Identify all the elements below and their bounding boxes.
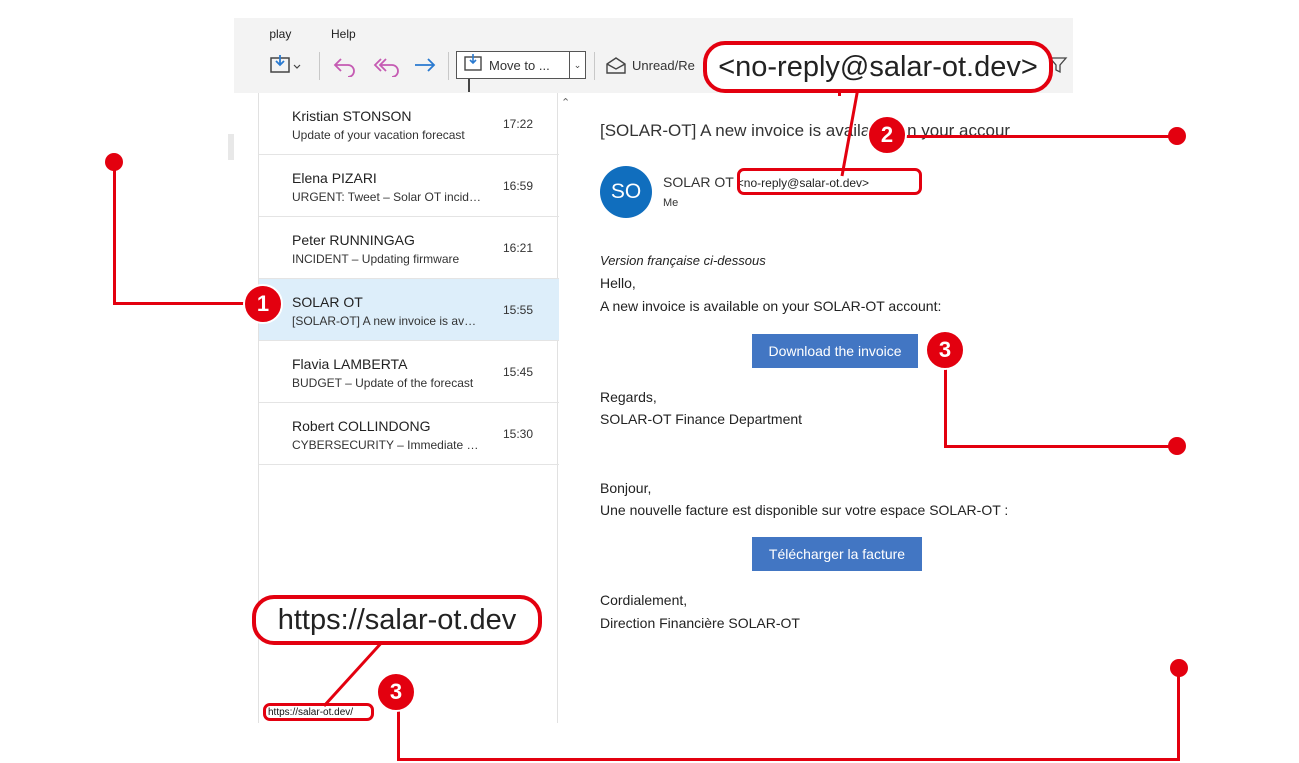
version-note: Version française ci-dessous <box>600 253 766 268</box>
reply-button[interactable] <box>332 51 358 79</box>
annotation-dot <box>1170 659 1188 677</box>
unread-read-button[interactable]: Unread/Re <box>604 51 695 79</box>
url-callout: https://salar-ot.dev <box>252 595 542 645</box>
annotation-line <box>904 135 1176 138</box>
message-subject: Update of your vacation forecast <box>292 128 465 142</box>
message-subject: INCIDENT – Updating firmware <box>292 252 460 266</box>
annotation-dot <box>105 153 123 171</box>
message-row[interactable]: Elena PIZARI URGENT: Tweet – Solar OT in… <box>259 155 559 217</box>
download-invoice-fr-button[interactable]: Télécharger la facture <box>752 537 922 571</box>
message-sender: Elena PIZARI <box>292 170 377 186</box>
toolbar-separator <box>448 52 449 80</box>
download-invoice-button[interactable]: Download the invoice <box>752 334 918 368</box>
move-to-icon <box>463 53 485 78</box>
message-row[interactable]: Flavia LAMBERTA BUDGET – Update of the f… <box>259 341 559 403</box>
annotation-line <box>1177 668 1180 761</box>
avatar: SO <box>600 166 652 218</box>
sender-name: SOLAR OT <box>663 174 734 190</box>
message-time: 16:59 <box>503 179 534 193</box>
envelope-open-icon <box>604 55 628 75</box>
annotation-badge-3b: 3 <box>376 672 416 712</box>
signature-fr: Direction Financière SOLAR-OT <box>600 615 800 631</box>
message-sender: Kristian STONSON <box>292 108 412 124</box>
annotation-badge-2: 2 <box>867 115 907 155</box>
menu-help[interactable]: Help <box>331 27 356 41</box>
reply-all-icon <box>372 53 402 77</box>
regards: Regards, <box>600 389 657 405</box>
annotation-line <box>397 758 1179 761</box>
sender-address-callout: <no-reply@salar-ot.dev> <box>703 41 1053 93</box>
recipient: Me <box>663 197 679 209</box>
status-url-highlight <box>263 703 374 721</box>
chevron-down-icon[interactable]: ⌄ <box>569 52 585 78</box>
move-folder-button[interactable] <box>268 51 302 79</box>
message-subject: URGENT: Tweet – Solar OT incident <box>292 190 482 204</box>
closing-fr: Cordialement, <box>600 592 688 608</box>
message-time: 15:30 <box>503 427 534 441</box>
message-sender: Peter RUNNINGAG <box>292 232 415 248</box>
annotation-connector <box>840 87 860 177</box>
move-to-button[interactable]: Move to ... ⌄ <box>456 51 586 79</box>
body-line-fr: Une nouvelle facture est disponible sur … <box>600 502 1009 518</box>
move-to-label: Move to ... <box>489 57 550 73</box>
greeting-en: Hello, <box>600 275 636 291</box>
message-sender: Robert COLLINDONG <box>292 418 431 434</box>
sender-address-highlight <box>737 168 922 195</box>
menu-display[interactable]: Display <box>270 27 300 41</box>
reply-all-button[interactable] <box>372 51 402 79</box>
annotation-badge-1: 1 <box>243 284 283 324</box>
message-time: 15:45 <box>503 365 534 379</box>
message-row[interactable]: Kristian STONSON Update of your vacation… <box>259 93 559 155</box>
message-sender: SOLAR OT <box>292 294 363 310</box>
message-row[interactable]: Peter RUNNINGAG INCIDENT – Updating firm… <box>259 217 559 279</box>
message-sender: Flavia LAMBERTA <box>292 356 408 372</box>
forward-icon <box>412 53 438 77</box>
signature-en: SOLAR-OT Finance Department <box>600 411 803 427</box>
unread-read-label: Unread/Re <box>632 57 695 73</box>
folder-move-icon <box>268 53 302 77</box>
message-subject: BUDGET – Update of the forecast <box>292 376 474 390</box>
annotation-line <box>944 366 947 448</box>
annotation-line <box>113 161 116 305</box>
message-subject: CYBERSECURITY – Immediate action <box>292 438 482 452</box>
forward-button[interactable] <box>412 51 438 79</box>
reply-icon <box>332 53 358 77</box>
message-subject: [SOLAR-OT] A new invoice is available <box>292 314 482 328</box>
annotation-line <box>113 302 248 305</box>
body-line-en: A new invoice is available on your SOLAR… <box>600 298 942 314</box>
message-time: 16:21 <box>503 241 534 255</box>
scroll-up-icon[interactable]: ⌃ <box>561 96 570 109</box>
annotation-line <box>397 708 400 761</box>
ribbon-edge-icon <box>468 78 472 92</box>
message-row-selected[interactable]: SOLAR OT [SOLAR-OT] A new invoice is ava… <box>259 279 559 341</box>
greeting-fr: Bonjour, <box>600 480 652 496</box>
toolbar-separator <box>319 52 320 80</box>
annotation-badge-3: 3 <box>925 330 965 370</box>
email-subject: [SOLAR-OT] A new invoice is available on… <box>600 121 1011 140</box>
message-time: 17:22 <box>503 117 534 131</box>
message-time: 15:55 <box>503 303 534 317</box>
toolbar-separator <box>594 52 595 80</box>
annotation-dot <box>1168 127 1186 145</box>
annotation-line <box>944 445 1176 448</box>
message-row[interactable]: Robert COLLINDONG CYBERSECURITY – Immedi… <box>259 403 559 465</box>
annotation-dot <box>1168 437 1186 455</box>
